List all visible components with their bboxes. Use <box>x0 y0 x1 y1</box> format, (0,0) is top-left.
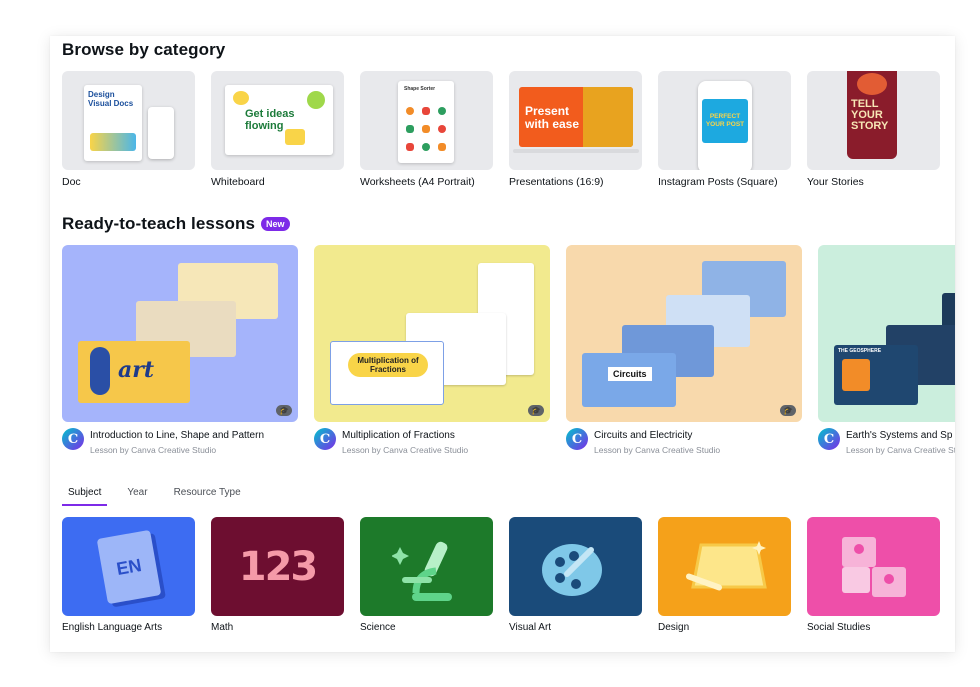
category-your-stories[interactable]: TELL YOUR STORY Your Stories <box>807 71 940 188</box>
category-label: Worksheets (A4 Portrait) <box>360 176 475 188</box>
lesson-title: Circuits and Electricity <box>594 430 693 441</box>
category-art-text: Design Visual Docs <box>88 90 134 108</box>
tablet-pen-icon <box>685 540 767 590</box>
canva-logo-icon: C <box>566 428 588 450</box>
canva-logo-icon: C <box>62 428 84 450</box>
subject-label: Visual Art <box>509 622 552 633</box>
category-art-text: PERFECT YOUR POST <box>705 113 745 128</box>
category-worksheets[interactable]: Shape Sorter Worksheets (A4 Portrait) <box>360 71 493 188</box>
category-label: Your Stories <box>807 176 864 188</box>
category-label: Whiteboard <box>211 176 265 188</box>
category-art-text: Present with ease <box>525 104 580 131</box>
tab-year[interactable]: Year <box>121 484 153 506</box>
subject-label: Science <box>360 622 396 633</box>
category-whiteboard[interactable]: Get ideas flowing Whiteboard <box>211 71 344 188</box>
tab-subject[interactable]: Subject <box>62 484 108 506</box>
category-thumbnail: TELL YOUR STORY <box>807 71 940 170</box>
subject-social-studies[interactable]: Social Studies <box>807 517 940 633</box>
category-label: Presentations (16:9) <box>509 176 604 188</box>
lesson-card[interactable]: Multiplication of Fractions 🎓 C Multipli… <box>314 245 550 455</box>
category-thumbnail: Design Visual Docs <box>62 71 195 170</box>
canva-logo-icon: C <box>818 428 840 450</box>
lesson-art-text: art <box>118 357 155 383</box>
category-presentations[interactable]: Present with ease Presentations (16:9) <box>509 71 642 188</box>
subject-label: English Language Arts <box>62 622 163 633</box>
content-panel: Browse by category Design Visual Docs Do… <box>50 36 955 652</box>
lessons-heading: Ready-to-teach lessons <box>62 214 256 233</box>
lesson-card[interactable]: art 🎓 C Introduction to Line, Shape and … <box>62 245 298 455</box>
subject-thumbnail <box>658 517 791 616</box>
numbers-icon: 123 <box>238 543 318 590</box>
lesson-title: Multiplication of Fractions <box>342 430 455 441</box>
lesson-card[interactable]: THE GEOSPHERE C Earth's Systems and Sp L… <box>818 245 955 455</box>
palette-icon <box>541 543 602 596</box>
lesson-art-text: Circuits <box>608 367 652 381</box>
subject-thumbnail <box>360 517 493 616</box>
subject-design[interactable]: Design <box>658 517 791 633</box>
puzzle-icon <box>841 536 906 597</box>
lesson-author: Lesson by Canva Creative Studio <box>594 445 721 455</box>
category-thumbnail: Get ideas flowing <box>211 71 344 170</box>
lessons-heading-row: Ready-to-teach lessons New <box>62 214 290 234</box>
browse-heading: Browse by category <box>62 40 226 59</box>
subject-thumbnail <box>509 517 642 616</box>
category-art-text: Shape Sorter <box>404 86 436 92</box>
category-art-text: TELL YOUR STORY <box>851 98 889 132</box>
category-doc[interactable]: Design Visual Docs Doc <box>62 71 195 188</box>
canva-logo-icon: C <box>314 428 336 450</box>
category-instagram-posts[interactable]: PERFECT YOUR POST Instagram Posts (Squar… <box>658 71 791 188</box>
subject-art-text: EN <box>114 553 143 579</box>
lesson-art-text: THE GEOSPHERE <box>838 348 882 354</box>
subject-label: Design <box>658 622 690 633</box>
category-thumbnail: Present with ease <box>509 71 642 170</box>
graduation-cap-icon: 🎓 <box>276 405 292 416</box>
filter-tabs: Subject Year Resource Type <box>62 484 247 506</box>
lesson-thumbnail: Multiplication of Fractions 🎓 <box>314 245 550 422</box>
lesson-thumbnail: Circuits 🎓 <box>566 245 802 422</box>
lesson-author: Lesson by Canva Creative Stu <box>846 445 955 455</box>
subject-label: Math <box>211 622 234 633</box>
subject-science[interactable]: Science <box>360 517 493 633</box>
category-thumbnail: PERFECT YOUR POST <box>658 71 791 170</box>
lesson-card[interactable]: Circuits 🎓 C Circuits and Electricity Le… <box>566 245 802 455</box>
category-label: Doc <box>62 176 81 188</box>
lesson-author: Lesson by Canva Creative Studio <box>90 445 217 455</box>
lesson-title: Earth's Systems and Sp <box>846 430 953 441</box>
category-art-text: Get ideas flowing <box>245 108 295 132</box>
subject-math[interactable]: 123 Math <box>211 517 344 633</box>
subject-thumbnail: 123 <box>211 517 344 616</box>
category-thumbnail: Shape Sorter <box>360 71 493 170</box>
lesson-art-text: Multiplication of Fractions <box>348 353 428 378</box>
graduation-cap-icon: 🎓 <box>528 405 544 416</box>
tab-resource-type[interactable]: Resource Type <box>168 484 247 506</box>
graduation-cap-icon: 🎓 <box>780 405 796 416</box>
lesson-thumbnail: art 🎓 <box>62 245 298 422</box>
category-label: Instagram Posts (Square) <box>658 176 778 188</box>
subject-english-language-arts[interactable]: EN English Language Arts <box>62 517 195 633</box>
subject-label: Social Studies <box>807 622 871 633</box>
subject-thumbnail: EN <box>62 517 195 616</box>
subject-thumbnail <box>807 517 940 616</box>
lesson-author: Lesson by Canva Creative Studio <box>342 445 469 455</box>
microscope-icon <box>391 541 452 601</box>
book-icon: EN <box>96 529 161 604</box>
new-badge: New <box>261 217 290 231</box>
lesson-title: Introduction to Line, Shape and Pattern <box>90 430 265 441</box>
subject-visual-art[interactable]: Visual Art <box>509 517 642 633</box>
lesson-thumbnail: THE GEOSPHERE <box>818 245 955 422</box>
